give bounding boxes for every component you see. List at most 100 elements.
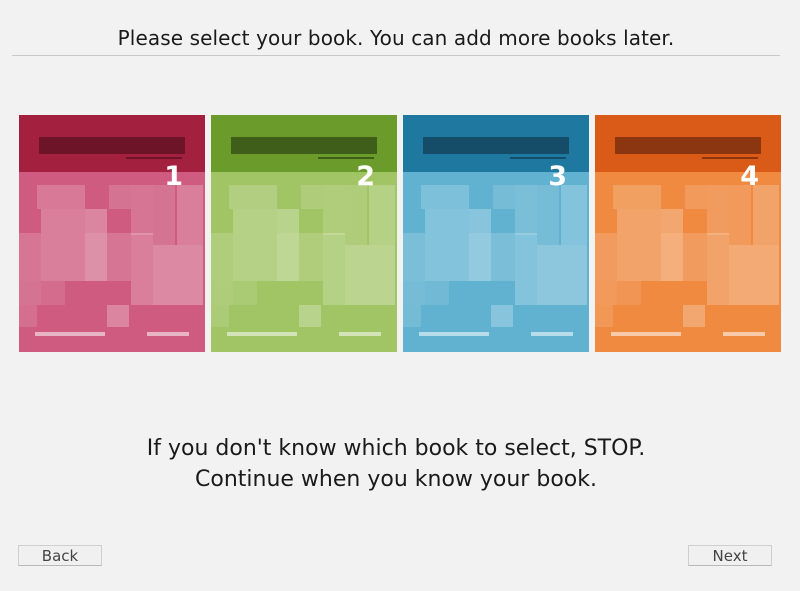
cover-pattern-tile — [491, 305, 513, 327]
book-number: 3 — [548, 161, 567, 192]
cover-pattern-tile — [637, 185, 661, 209]
cover-pattern-tile — [229, 185, 253, 209]
book-title-placeholder — [39, 137, 185, 154]
cover-pattern-tile — [85, 233, 107, 281]
book-subtitle-placeholder — [318, 157, 374, 159]
book-cover-body — [595, 172, 781, 352]
book-option-4[interactable]: 4 — [595, 115, 781, 352]
cover-pattern-tile — [469, 233, 491, 281]
cover-footer-line — [339, 332, 381, 336]
cover-pattern-tile — [729, 185, 751, 245]
cover-pattern-tile — [277, 209, 299, 233]
cover-pattern-tile — [253, 185, 277, 209]
cover-pattern-tile — [617, 209, 661, 281]
book-number: 1 — [164, 161, 183, 192]
next-button[interactable]: Next — [688, 545, 772, 566]
cover-pattern-tile — [493, 185, 515, 209]
cover-footer-line — [723, 332, 765, 336]
cover-pattern-tile — [211, 305, 229, 327]
cover-pattern-tile — [323, 233, 345, 305]
cover-pattern-tile — [491, 233, 515, 281]
header-divider — [12, 55, 780, 56]
cover-pattern-tile — [685, 185, 707, 209]
cover-pattern-tile — [445, 185, 469, 209]
instructions-line-2: Continue when you know your book. — [195, 467, 597, 492]
cover-pattern-tile — [595, 305, 613, 327]
cover-pattern-tile — [561, 185, 587, 245]
book-cover-body — [403, 172, 589, 352]
cover-pattern-tile — [177, 185, 203, 245]
book-title-placeholder — [423, 137, 569, 154]
cover-pattern-tile — [595, 281, 617, 305]
cover-pattern-tile — [19, 233, 41, 281]
cover-pattern-tile — [537, 185, 559, 245]
cover-pattern-tile — [661, 209, 683, 233]
cover-pattern-tile — [595, 233, 617, 281]
cover-pattern-tile — [153, 245, 203, 305]
cover-pattern-tile — [19, 305, 37, 327]
cover-pattern-tile — [469, 209, 491, 233]
cover-pattern-tile — [425, 281, 449, 305]
cover-pattern-tile — [707, 233, 729, 305]
cover-footer-line — [531, 332, 573, 336]
cover-pattern-tile — [41, 209, 85, 281]
cover-pattern-tile — [683, 233, 707, 281]
cover-pattern-tile — [617, 281, 641, 305]
cover-pattern-tile — [515, 233, 537, 305]
book-option-1[interactable]: 1 — [19, 115, 205, 352]
cover-pattern-tile — [661, 233, 683, 281]
cover-pattern-tile — [131, 233, 153, 305]
back-button[interactable]: Back — [18, 545, 102, 566]
book-number: 2 — [356, 161, 375, 192]
cover-footer-line — [35, 332, 105, 336]
cover-footer-line — [611, 332, 681, 336]
cover-pattern-tile — [233, 209, 277, 281]
cover-pattern-tile — [707, 185, 729, 235]
cover-pattern-tile — [299, 305, 321, 327]
cover-pattern-tile — [421, 185, 445, 209]
cover-pattern-tile — [403, 233, 425, 281]
cover-pattern-tile — [403, 305, 421, 327]
cover-pattern-tile — [211, 233, 233, 281]
cover-pattern-tile — [299, 233, 323, 281]
cover-pattern-tile — [345, 245, 395, 305]
cover-pattern-tile — [729, 245, 779, 305]
book-number: 4 — [740, 161, 759, 192]
cover-pattern-tile — [131, 185, 153, 235]
instructions-text: If you don't know which book to select, … — [0, 433, 792, 495]
cover-pattern-tile — [211, 281, 233, 305]
cover-pattern-tile — [425, 209, 469, 281]
cover-pattern-tile — [107, 233, 131, 281]
cover-pattern-tile — [753, 185, 779, 245]
cover-pattern-tile — [301, 185, 323, 209]
cover-pattern-tile — [107, 305, 129, 327]
book-subtitle-placeholder — [126, 157, 182, 159]
book-subtitle-placeholder — [702, 157, 758, 159]
cover-pattern-tile — [323, 185, 345, 235]
instructions-line-1: If you don't know which book to select, … — [146, 436, 646, 461]
cover-pattern-tile — [19, 281, 41, 305]
book-option-2[interactable]: 2 — [211, 115, 397, 352]
cover-footer-line — [227, 332, 297, 336]
cover-pattern-tile — [369, 185, 395, 245]
book-selection-list: 1 2 3 4 — [19, 115, 781, 352]
cover-footer-line — [419, 332, 489, 336]
cover-pattern-tile — [85, 209, 107, 233]
cover-pattern-tile — [345, 185, 367, 245]
cover-pattern-tile — [153, 185, 175, 245]
cover-pattern-tile — [613, 185, 637, 209]
book-subtitle-placeholder — [510, 157, 566, 159]
cover-pattern-tile — [537, 245, 587, 305]
cover-footer-line — [147, 332, 189, 336]
cover-pattern-tile — [233, 281, 257, 305]
page-title: Please select your book. You can add mor… — [117, 26, 675, 50]
book-title-placeholder — [231, 137, 377, 154]
book-title-placeholder — [615, 137, 761, 154]
book-option-3[interactable]: 3 — [403, 115, 589, 352]
cover-pattern-tile — [61, 185, 85, 209]
cover-pattern-tile — [683, 305, 705, 327]
book-cover-body — [211, 172, 397, 352]
book-cover-body — [19, 172, 205, 352]
cover-pattern-tile — [277, 233, 299, 281]
cover-pattern-tile — [515, 185, 537, 235]
